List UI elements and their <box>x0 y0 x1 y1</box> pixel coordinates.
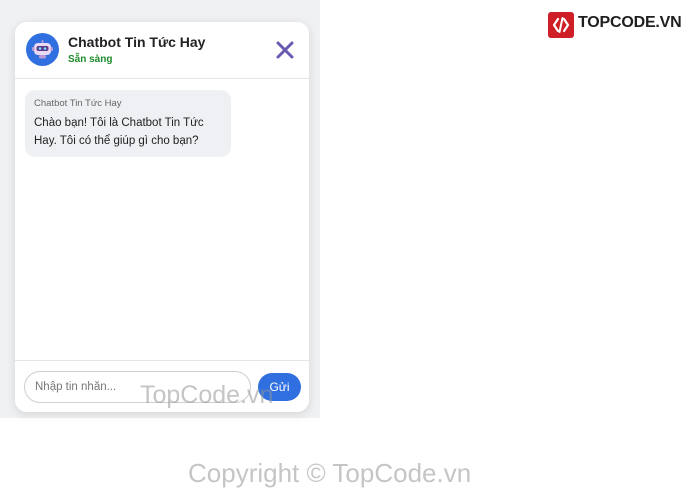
close-button[interactable] <box>274 39 296 61</box>
chatbot-name: Chatbot Tin Tức Hay <box>68 34 206 50</box>
avatar <box>26 33 59 66</box>
status-label: Sẵn sàng <box>68 54 113 65</box>
logo-text: TOPCODE.VN <box>578 14 682 31</box>
bot-message: Chatbot Tin Tức Hay Chào bạn! Tôi là Cha… <box>25 90 231 157</box>
code-icon <box>552 17 570 33</box>
message-text: Chào bạn! Tôi là Chatbot Tin Tức Hay. Tô… <box>34 117 204 147</box>
page: Chatbot Tin Tức Hay Sẵn sàng Chatbot Tin… <box>0 0 696 500</box>
message-list: Chatbot Tin Tức Hay Chào bạn! Tôi là Cha… <box>15 79 309 361</box>
topcode-logo: TOPCODE.VN <box>548 9 682 39</box>
robot-icon <box>32 40 53 59</box>
chat-window: Chatbot Tin Tức Hay Sẵn sàng Chatbot Tin… <box>15 22 309 412</box>
watermark-copyright: Copyright © TopCode.vn <box>188 458 472 488</box>
close-icon <box>276 41 294 59</box>
logo-mark <box>548 12 574 38</box>
watermark-overlay: TopCode.vn <box>140 381 274 409</box>
message-sender: Chatbot Tin Tức Hay <box>34 98 122 109</box>
chat-header: Chatbot Tin Tức Hay Sẵn sàng <box>15 22 309 79</box>
